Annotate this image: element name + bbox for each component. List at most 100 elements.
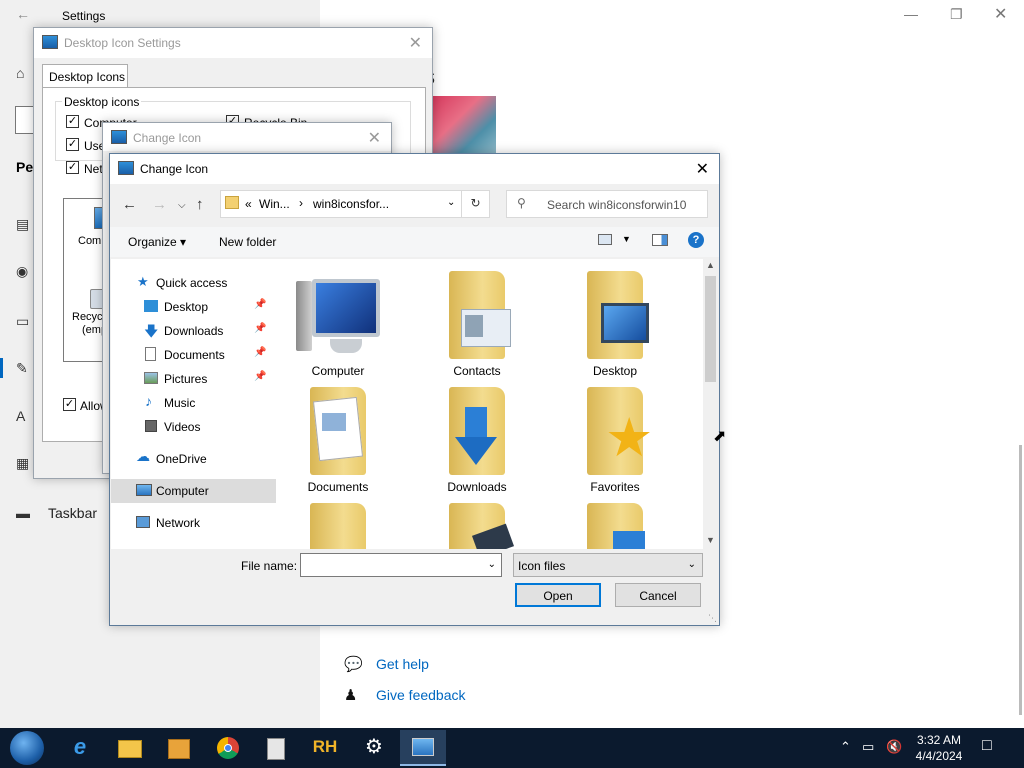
- scroll-down-icon[interactable]: ▼: [706, 535, 715, 545]
- change-icon-app-icon[interactable]: [400, 730, 446, 766]
- nav-item-music[interactable]: ♪ Music: [111, 391, 276, 415]
- pin-icon[interactable]: 📌: [254, 347, 266, 358]
- close-icon[interactable]: ✕: [696, 159, 709, 179]
- minimize-icon[interactable]: —: [904, 6, 918, 22]
- settings-gear-icon[interactable]: ⚙: [358, 734, 390, 762]
- give-feedback-link[interactable]: Give feedback: [376, 687, 466, 703]
- forward-arrow-icon[interactable]: →: [152, 196, 167, 213]
- nav-item-documents[interactable]: Documents 📌: [111, 343, 276, 367]
- file-item[interactable]: [555, 499, 675, 549]
- search-input[interactable]: ⚲ Search win8iconsforwin10: [506, 190, 708, 218]
- file-explorer-icon[interactable]: [114, 734, 146, 762]
- volume-muted-icon[interactable]: 🔇: [886, 739, 902, 755]
- network-checkbox[interactable]: ✓: [66, 161, 79, 174]
- notification-icon[interactable]: □: [982, 737, 992, 755]
- dialog-titlebar[interactable]: Change Icon ✕: [110, 154, 719, 184]
- breadcrumb-segment[interactable]: Win...: [259, 197, 290, 211]
- rh-app-icon[interactable]: RH: [309, 734, 341, 762]
- nav-item-downloads[interactable]: 🡇 Downloads 📌: [111, 319, 276, 343]
- nav-item-desktop[interactable]: Desktop 📌: [111, 295, 276, 319]
- chrome-icon[interactable]: [212, 734, 244, 762]
- show-hidden-icons-icon[interactable]: ⌃: [840, 739, 851, 755]
- restore-icon[interactable]: ❐: [950, 6, 963, 23]
- nav-item-network[interactable]: Network: [111, 511, 276, 535]
- home-icon[interactable]: ⌂: [16, 65, 24, 81]
- sidebar-item-taskbar[interactable]: Taskbar: [48, 505, 97, 521]
- allow-themes-checkbox[interactable]: ✓: [63, 398, 76, 411]
- address-overflow[interactable]: «: [245, 197, 252, 211]
- pen-icon[interactable]: ✎: [16, 360, 28, 377]
- resize-grip-icon[interactable]: ⋱: [708, 613, 717, 624]
- media-player-icon[interactable]: [162, 734, 194, 762]
- get-help-link[interactable]: Get help: [376, 656, 429, 672]
- file-label: Computer: [311, 364, 365, 378]
- documents-stack-icon[interactable]: [260, 734, 292, 762]
- breadcrumb-segment[interactable]: win8iconsfor...: [313, 197, 389, 211]
- file-item-desktop[interactable]: Desktop: [555, 267, 675, 381]
- pin-icon[interactable]: 📌: [254, 371, 266, 382]
- file-item-documents[interactable]: Documents: [278, 383, 398, 497]
- start-icon[interactable]: ▦: [16, 455, 29, 472]
- refresh-icon[interactable]: ↻: [462, 190, 490, 218]
- recent-locations-icon[interactable]: ⌵: [178, 200, 186, 211]
- close-icon[interactable]: ✕: [368, 128, 381, 148]
- file-name-input[interactable]: ⌄: [300, 553, 502, 577]
- tab-desktop-icons[interactable]: Desktop Icons: [42, 64, 128, 88]
- view-options-icon[interactable]: [598, 234, 612, 245]
- search-placeholder: Search win8iconsforwin10: [547, 198, 687, 212]
- network-status-icon[interactable]: ▭: [862, 739, 874, 755]
- file-item-downloads[interactable]: Downloads: [417, 383, 537, 497]
- file-list-scrollbar[interactable]: ▲ ▼: [703, 259, 718, 549]
- file-item-contacts[interactable]: Contacts: [417, 267, 537, 381]
- nav-item-quick-access[interactable]: ★ Quick access: [111, 271, 276, 295]
- internet-explorer-icon[interactable]: e: [64, 734, 96, 762]
- palette-icon[interactable]: ◉: [16, 263, 28, 280]
- up-arrow-icon[interactable]: ↑: [196, 196, 204, 213]
- file-type-select[interactable]: Icon files ⌄: [513, 553, 703, 577]
- pin-icon[interactable]: 📌: [254, 299, 266, 310]
- user-checkbox[interactable]: ✓: [66, 138, 79, 151]
- clock[interactable]: 3:32 AM 4/4/2024: [908, 732, 970, 764]
- address-bar[interactable]: « Win... › win8iconsfor... ⌄: [220, 190, 462, 218]
- nav-item-pictures[interactable]: Pictures 📌: [111, 367, 276, 391]
- image-icon[interactable]: ▤: [16, 216, 29, 233]
- back-arrow-icon[interactable]: ←: [16, 6, 30, 22]
- file-label: Favorites: [590, 480, 640, 494]
- new-folder-button[interactable]: New folder: [219, 235, 276, 249]
- computer-checkbox[interactable]: ✓: [66, 115, 79, 128]
- nav-label: Downloads: [164, 324, 224, 338]
- back-arrow-icon[interactable]: ←: [122, 196, 137, 213]
- breadcrumb-separator[interactable]: ›: [299, 196, 303, 210]
- start-orb-icon[interactable]: [10, 731, 44, 765]
- file-label: Contacts: [453, 364, 501, 378]
- chrome-center: [224, 744, 232, 752]
- settings-search-input[interactable]: [15, 106, 35, 134]
- chevron-down-icon[interactable]: ⌄: [488, 559, 496, 570]
- settings-scrollbar[interactable]: [1019, 445, 1022, 715]
- help-icon[interactable]: ?: [688, 232, 704, 248]
- file-item-favorites[interactable]: ★ Favorites: [555, 383, 675, 497]
- taskbar-icon[interactable]: ▬: [16, 505, 30, 521]
- nav-item-videos[interactable]: Videos: [111, 415, 276, 439]
- file-item-computer[interactable]: Computer: [278, 267, 398, 381]
- file-item[interactable]: [278, 499, 398, 549]
- cancel-button[interactable]: Cancel: [615, 583, 701, 607]
- close-icon[interactable]: ✕: [994, 4, 1007, 24]
- open-button[interactable]: Open: [515, 583, 601, 607]
- file-item[interactable]: [417, 499, 537, 549]
- chevron-down-icon[interactable]: ⌄: [447, 197, 455, 208]
- font-icon[interactable]: A: [16, 408, 25, 424]
- scrollbar-thumb[interactable]: [705, 276, 716, 382]
- pin-icon[interactable]: 📌: [254, 323, 266, 334]
- close-icon[interactable]: ✕: [409, 33, 422, 53]
- monitor-icon[interactable]: ▭: [16, 313, 29, 330]
- preview-pane-icon[interactable]: [652, 234, 668, 246]
- nav-item-computer[interactable]: Computer: [111, 479, 276, 503]
- nav-item-onedrive[interactable]: ☁ OneDrive: [111, 447, 276, 471]
- chevron-down-icon[interactable]: ⌄: [688, 559, 696, 570]
- dialog-titlebar[interactable]: Desktop Icon Settings ✕: [34, 28, 432, 58]
- organize-button[interactable]: Organize ▾: [128, 235, 186, 249]
- chevron-down-icon[interactable]: ▼: [622, 234, 631, 244]
- dialog-titlebar[interactable]: Change Icon ✕: [103, 123, 391, 151]
- scroll-up-icon[interactable]: ▲: [706, 260, 715, 270]
